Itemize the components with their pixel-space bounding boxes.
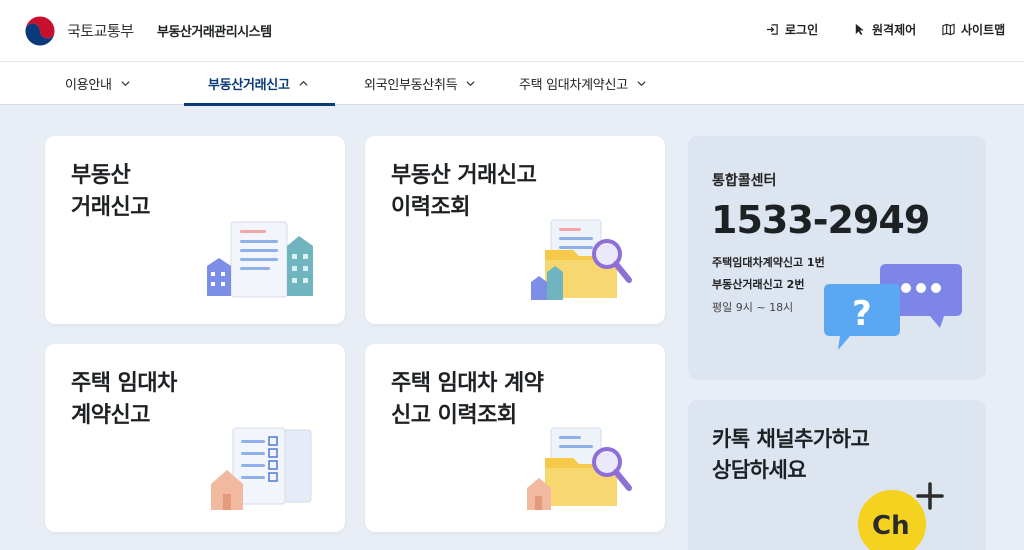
sitemap-link[interactable]: 사이트맵 — [942, 21, 1005, 38]
kakao-ch-text: Ch — [872, 511, 910, 541]
folder-search-house-icon — [527, 427, 632, 510]
main-nav: 이용안내 부동산거래신고 외국인부동산취득 주택 임대차계약신고 — [0, 62, 1024, 106]
card-title: 부동산 거래신고 이력조회 — [391, 163, 537, 220]
header: 국토교통부 부동산거래관리시스템 로그인 원격제어 사이트맵 — [0, 0, 1024, 62]
chevron-down-icon — [637, 81, 646, 87]
call-center-label: 통합콜센터 — [712, 173, 777, 189]
nav-item-lease-report[interactable]: 주택 임대차계약신고 — [519, 62, 647, 105]
nav-item-label: 외국인부동산취득 — [364, 78, 458, 93]
checklist-house-icon — [211, 427, 312, 510]
card-lease-report[interactable]: 주택 임대차 계약신고 — [45, 344, 345, 532]
nav-item-label: 주택 임대차계약신고 — [519, 78, 628, 93]
card-title: 주택 임대차 계약 신고 이력조회 — [391, 371, 544, 428]
nav-item-transaction-report[interactable]: 부동산거래신고 — [184, 62, 335, 106]
remote-control-link[interactable]: 원격제어 — [853, 21, 916, 38]
card-title: 부동산 거래신고 — [71, 163, 150, 220]
nav-item-guide[interactable]: 이용안내 — [65, 62, 131, 105]
card-lease-history[interactable]: 주택 임대차 계약 신고 이력조회 — [365, 344, 665, 532]
nav-item-label: 이용안내 — [65, 78, 112, 93]
chevron-up-icon — [299, 80, 308, 86]
card-transaction-report[interactable]: 부동산 거래신고 — [45, 136, 345, 324]
nav-item-foreigner-acquisition[interactable]: 외국인부동산취득 — [364, 62, 476, 105]
cursor-icon — [855, 23, 864, 36]
login-label: 로그인 — [785, 23, 819, 37]
login-icon — [766, 24, 778, 35]
call-option-lease: 주택임대차계약신고 1번 — [712, 256, 825, 269]
nav-item-label: 부동산거래신고 — [208, 78, 290, 93]
remote-control-label: 원격제어 — [872, 23, 917, 37]
map-icon — [942, 23, 955, 36]
card-title: 주택 임대차 계약신고 — [71, 371, 177, 428]
call-option-transaction: 부동산거래신고 2번 — [712, 278, 805, 291]
question-mark: ? — [852, 294, 872, 334]
chat-bubbles-icon: ? — [824, 264, 962, 350]
call-center-hours: 평일 9시 ~ 18시 — [712, 301, 794, 314]
kakao-channel-panel[interactable]: 카톡 채널추가하고 상담하세요 Ch — [688, 400, 986, 550]
folder-search-icon — [531, 219, 632, 300]
sitemap-label: 사이트맵 — [961, 23, 1006, 37]
chevron-down-icon — [121, 81, 130, 87]
ministry-name[interactable]: 국토교통부 — [67, 20, 134, 41]
card-transaction-history[interactable]: 부동산 거래신고 이력조회 — [365, 136, 665, 324]
kakao-title: 카톡 채널추가하고 상담하세요 — [712, 427, 870, 482]
call-center-number[interactable]: 1533-2949 — [711, 198, 930, 242]
document-buildings-icon — [207, 221, 313, 298]
kakao-channel-icon: Ch — [858, 482, 944, 550]
government-emblem-icon[interactable] — [22, 13, 58, 49]
chevron-down-icon — [466, 81, 475, 87]
system-name[interactable]: 부동산거래관리시스템 — [157, 21, 272, 40]
call-center-panel: 통합콜센터 1533-2949 주택임대차계약신고 1번 부동산거래신고 2번 … — [688, 136, 986, 380]
login-link[interactable]: 로그인 — [766, 21, 818, 38]
